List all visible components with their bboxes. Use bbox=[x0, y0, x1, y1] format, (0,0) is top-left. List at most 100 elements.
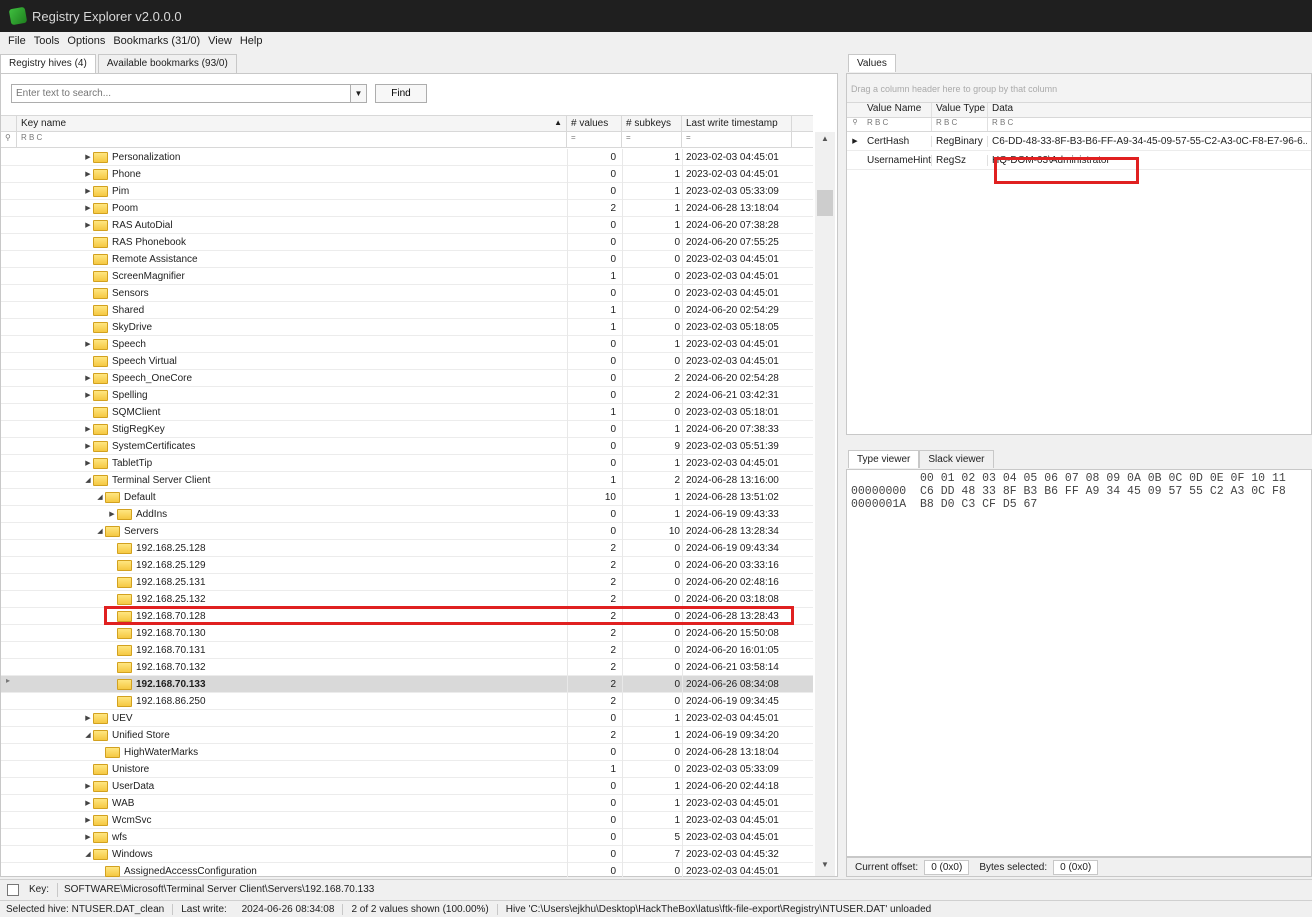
expand-arrow-icon[interactable]: ▶ bbox=[83, 170, 93, 178]
expand-arrow-icon[interactable]: ▶ bbox=[83, 340, 93, 348]
expand-arrow-icon[interactable]: ▶ bbox=[83, 799, 93, 807]
registry-key-row[interactable]: Speech Virtual 0 0 2023-02-03 04:45:01 bbox=[1, 352, 813, 370]
registry-key-row[interactable]: SkyDrive 1 0 2023-02-03 05:18:05 bbox=[1, 318, 813, 336]
registry-key-row[interactable]: 192.168.25.128 2 0 2024-06-19 09:43:34 bbox=[1, 539, 813, 557]
registry-key-row[interactable]: ◢ Default 10 1 2024-06-28 13:51:02 bbox=[1, 488, 813, 506]
menu-tools[interactable]: Tools bbox=[34, 35, 60, 47]
registry-key-row[interactable]: ▶ wfs 0 5 2023-02-03 04:45:01 bbox=[1, 828, 813, 846]
value-row[interactable]: ▶ CertHash RegBinary C6-DD-48-33-8F-B3-B… bbox=[847, 132, 1311, 151]
subkeys-count: 1 bbox=[622, 709, 682, 727]
expand-arrow-icon[interactable]: ▶ bbox=[83, 833, 93, 841]
tab-registry-hives[interactable]: Registry hives (4) bbox=[0, 54, 96, 73]
registry-key-row[interactable]: ▶ RAS AutoDial 0 1 2024-06-20 07:38:28 bbox=[1, 216, 813, 234]
registry-key-row[interactable]: ▶ StigRegKey 0 1 2024-06-20 07:38:33 bbox=[1, 420, 813, 438]
registry-key-row[interactable]: ▶ Poom 2 1 2024-06-28 13:18:04 bbox=[1, 199, 813, 217]
column-header-data[interactable]: Data bbox=[987, 103, 1307, 117]
registry-key-row[interactable]: 192.168.70.132 2 0 2024-06-21 03:58:14 bbox=[1, 658, 813, 676]
registry-key-row[interactable]: ▶ AddIns 0 1 2024-06-19 09:43:33 bbox=[1, 505, 813, 523]
menu-view[interactable]: View bbox=[208, 35, 232, 47]
registry-key-row[interactable]: ▸ 192.168.70.133 2 0 2024-06-26 08:34:08 bbox=[1, 675, 813, 693]
tab-values[interactable]: Values bbox=[848, 54, 896, 72]
registry-key-row[interactable]: ScreenMagnifier 1 0 2023-02-03 04:45:01 bbox=[1, 267, 813, 285]
menu-help[interactable]: Help bbox=[240, 35, 263, 47]
search-input[interactable] bbox=[11, 84, 351, 103]
filter-value-type[interactable]: R B C bbox=[931, 118, 987, 131]
registry-key-row[interactable]: ◢ Windows 0 7 2023-02-03 04:45:32 bbox=[1, 845, 813, 863]
key-checkbox[interactable] bbox=[7, 883, 19, 896]
find-button[interactable]: Find bbox=[375, 84, 427, 103]
expand-arrow-icon[interactable]: ▶ bbox=[83, 782, 93, 790]
registry-key-row[interactable]: ◢ Unified Store 2 1 2024-06-19 09:34:20 bbox=[1, 726, 813, 744]
column-header-values[interactable]: # values bbox=[567, 116, 622, 131]
registry-key-row[interactable]: AssignedAccessConfiguration 0 0 2023-02-03 … bbox=[1, 862, 813, 877]
registry-key-row[interactable]: Unistore 1 0 2023-02-03 05:33:09 bbox=[1, 760, 813, 778]
tab-available-bookmarks[interactable]: Available bookmarks (93/0) bbox=[97, 54, 237, 73]
scroll-up-icon[interactable]: ▲ bbox=[815, 134, 835, 148]
registry-key-row[interactable]: Remote Assistance 0 0 2023-02-03 04:45:01 bbox=[1, 250, 813, 268]
filter-timestamp[interactable]: = bbox=[682, 132, 792, 147]
expand-arrow-icon[interactable]: ▶ bbox=[83, 442, 93, 450]
expand-arrow-icon[interactable]: ▶ bbox=[83, 391, 93, 399]
registry-key-row[interactable]: ▶ Speech 0 1 2023-02-03 04:45:01 bbox=[1, 335, 813, 353]
filter-values[interactable]: = bbox=[567, 132, 622, 147]
column-header-key-name[interactable]: Key name ▲ bbox=[17, 116, 567, 131]
expand-arrow-icon[interactable]: ▶ bbox=[83, 153, 93, 161]
collapse-arrow-icon[interactable]: ◢ bbox=[95, 527, 105, 535]
menu-bookmarks[interactable]: Bookmarks (31/0) bbox=[113, 35, 200, 47]
tab-slack-viewer[interactable]: Slack viewer bbox=[919, 450, 994, 468]
scroll-down-icon[interactable]: ▼ bbox=[815, 860, 835, 874]
registry-key-row[interactable]: 192.168.86.250 2 0 2024-06-19 09:34:45 bbox=[1, 692, 813, 710]
column-header-value-type[interactable]: Value Type bbox=[931, 103, 987, 117]
registry-key-row[interactable]: Sensors 0 0 2023-02-03 04:45:01 bbox=[1, 284, 813, 302]
scroll-thumb[interactable] bbox=[817, 190, 833, 216]
registry-key-row[interactable]: ▶ Personalization 0 1 2023-02-03 04:45:01 bbox=[1, 149, 813, 166]
collapse-arrow-icon[interactable]: ◢ bbox=[95, 493, 105, 501]
registry-key-row[interactable]: ▶ TabletTip 0 1 2023-02-03 04:45:01 bbox=[1, 454, 813, 472]
registry-key-row[interactable]: ▶ Pim 0 1 2023-02-03 05:33:09 bbox=[1, 182, 813, 200]
registry-key-row[interactable]: 192.168.25.129 2 0 2024-06-20 03:33:16 bbox=[1, 556, 813, 574]
registry-key-row[interactable]: ▶ Phone 0 1 2023-02-03 04:45:01 bbox=[1, 165, 813, 183]
registry-key-row[interactable]: 192.168.70.130 2 0 2024-06-20 15:50:08 bbox=[1, 624, 813, 642]
collapse-arrow-icon[interactable]: ◢ bbox=[83, 850, 93, 858]
column-header-subkeys[interactable]: # subkeys bbox=[622, 116, 682, 131]
expand-arrow-icon[interactable]: ▶ bbox=[83, 459, 93, 467]
filter-subkeys[interactable]: = bbox=[622, 132, 682, 147]
filter-key-name[interactable]: R B C bbox=[17, 132, 567, 147]
menu-options[interactable]: Options bbox=[67, 35, 105, 47]
registry-key-row[interactable]: ▶ Spelling 0 2 2024-06-21 03:42:31 bbox=[1, 386, 813, 404]
registry-key-row[interactable]: SQMClient 1 0 2023-02-03 05:18:01 bbox=[1, 403, 813, 421]
registry-key-row[interactable]: ▶ WcmSvc 0 1 2023-02-03 04:45:01 bbox=[1, 811, 813, 829]
registry-key-row[interactable]: RAS Phonebook 0 0 2024-06-20 07:55:25 bbox=[1, 233, 813, 251]
registry-key-row[interactable]: 192.168.70.131 2 0 2024-06-20 16:01:05 bbox=[1, 641, 813, 659]
registry-key-row[interactable]: HighWaterMarks 0 0 2024-06-28 13:18:04 bbox=[1, 743, 813, 761]
column-header-timestamp[interactable]: Last write timestamp bbox=[682, 116, 792, 131]
registry-key-row[interactable]: ◢ Servers 0 10 2024-06-28 13:28:34 bbox=[1, 522, 813, 540]
expand-arrow-icon[interactable]: ▶ bbox=[83, 714, 93, 722]
registry-key-row[interactable]: ▶ UEV 0 1 2023-02-03 04:45:01 bbox=[1, 709, 813, 727]
filter-value-name[interactable]: R B C bbox=[863, 118, 931, 131]
registry-key-row[interactable]: Shared 1 0 2024-06-20 02:54:29 bbox=[1, 301, 813, 319]
expand-arrow-icon[interactable]: ▶ bbox=[83, 187, 93, 195]
expand-arrow-icon[interactable]: ▶ bbox=[83, 374, 93, 382]
tab-type-viewer[interactable]: Type viewer bbox=[848, 450, 920, 468]
column-header-value-name[interactable]: Value Name bbox=[863, 103, 931, 117]
collapse-arrow-icon[interactable]: ◢ bbox=[83, 731, 93, 739]
registry-key-row[interactable]: ▶ UserData 0 1 2024-06-20 02:44:18 bbox=[1, 777, 813, 795]
registry-key-row[interactable]: ▶ SystemCertificates 0 9 2023-02-03 05:51:39 bbox=[1, 437, 813, 455]
filter-data[interactable]: R B C bbox=[987, 118, 1307, 131]
expand-arrow-icon[interactable]: ▶ bbox=[83, 204, 93, 212]
collapse-arrow-icon[interactable]: ◢ bbox=[83, 476, 93, 484]
expand-arrow-icon[interactable]: ▶ bbox=[107, 510, 117, 518]
registry-key-row[interactable]: ◢ Terminal Server Client 1 2 2024-06-28 13:1… bbox=[1, 471, 813, 489]
tree-vertical-scrollbar[interactable]: ▲ ▼ bbox=[815, 132, 835, 876]
menu-file[interactable]: File bbox=[8, 35, 26, 47]
expand-arrow-icon[interactable]: ▶ bbox=[83, 425, 93, 433]
chevron-down-icon: ▼ bbox=[354, 89, 363, 98]
registry-key-row[interactable]: ▶ Speech_OneCore 0 2 2024-06-20 02:54:28 bbox=[1, 369, 813, 387]
expand-arrow-icon[interactable]: ▶ bbox=[83, 221, 93, 229]
hex-viewer[interactable]: 00 01 02 03 04 05 06 07 08 09 0A 0B 0C 0… bbox=[846, 469, 1312, 857]
search-dropdown-button[interactable]: ▼ bbox=[351, 84, 367, 103]
registry-key-row[interactable]: ▶ WAB 0 1 2023-02-03 04:45:01 bbox=[1, 794, 813, 812]
registry-key-row[interactable]: 192.168.25.131 2 0 2024-06-20 02:48:16 bbox=[1, 573, 813, 591]
expand-arrow-icon[interactable]: ▶ bbox=[83, 816, 93, 824]
